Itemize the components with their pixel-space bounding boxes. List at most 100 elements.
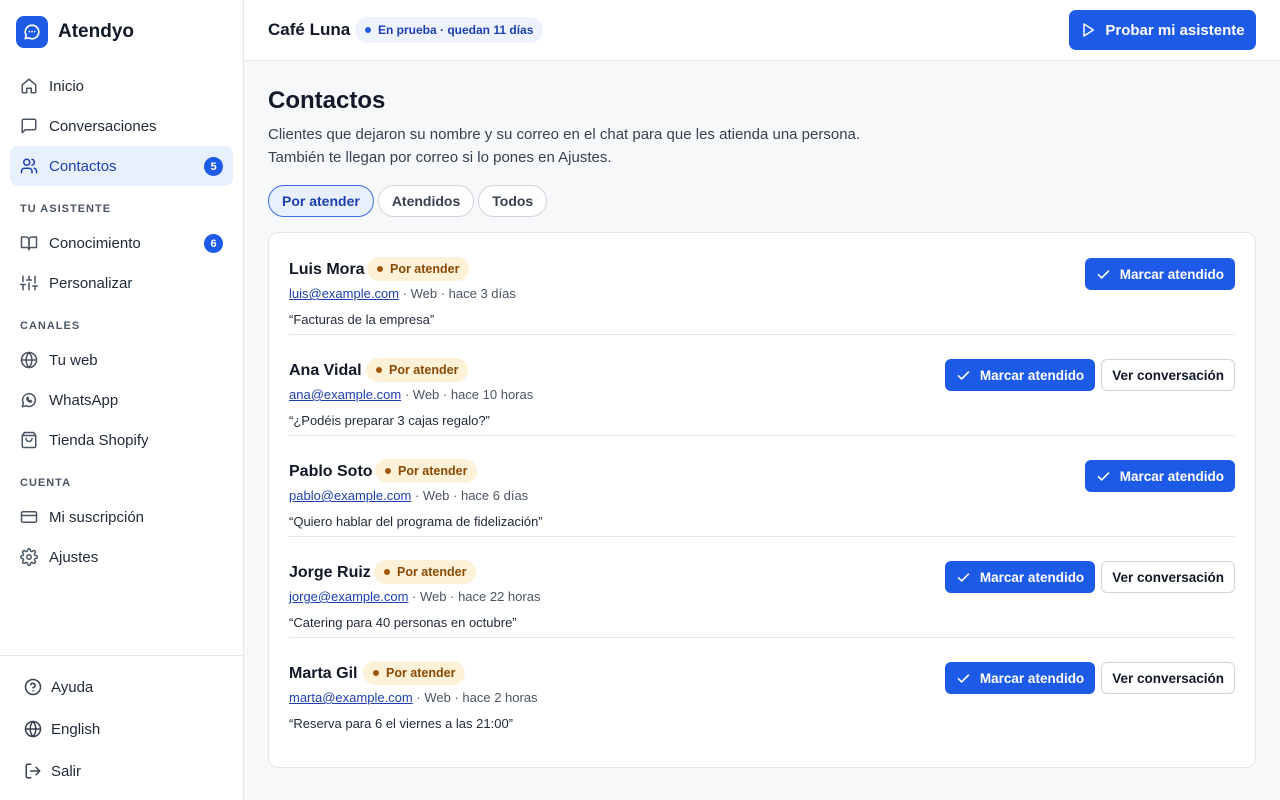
whatsapp-icon [20, 391, 38, 409]
status-badge: Por atender [363, 661, 466, 685]
language-switch[interactable]: English [12, 708, 243, 750]
meta-separator: · [450, 690, 463, 705]
contact-email-link[interactable]: luis@example.com [289, 286, 399, 301]
book-icon [20, 234, 38, 252]
contact-email-link[interactable]: pablo@example.com [289, 488, 411, 503]
globe-icon [20, 351, 38, 369]
chat-bubble-logo-icon [16, 16, 48, 48]
contact-message: “Reserva para 6 el viernes a las 21:00” [289, 716, 514, 731]
status-text: Por atender [390, 262, 460, 276]
sidebar-item-label: WhatsApp [49, 391, 119, 409]
sidebar-item-label: Tu web [49, 351, 98, 369]
section-title: CANALES [20, 320, 81, 332]
language-label: English [51, 720, 101, 738]
contact-name: Luis Mora [289, 261, 365, 278]
contact-time: hace 6 días [460, 488, 529, 503]
mark-attended-button[interactable]: Marcar atendido [944, 662, 1096, 694]
contacts-list: Luis Mora Por atender luis@example.com ·… [268, 232, 1256, 768]
meta-separator: · [437, 286, 449, 301]
sidebar-item-personalizar[interactable]: Personalizar [10, 263, 233, 303]
row-divider [289, 536, 1235, 537]
main-nav: Inicio Conversaciones Contactos 5 TU ASI… [10, 66, 233, 577]
sidebar-item-label: Conversaciones [49, 117, 157, 135]
mark-attended-button[interactable]: Marcar atendido [944, 561, 1096, 593]
contact-time: hace 22 horas [458, 589, 541, 604]
status-dot-icon [365, 27, 371, 33]
tab-atendidos[interactable]: Atendidos [377, 185, 475, 217]
brand[interactable]: Atendyo [16, 16, 134, 48]
sidebar-item-inicio[interactable]: Inicio [10, 66, 233, 106]
brand-name: Atendyo [58, 21, 134, 42]
view-conversation-button[interactable]: Ver conversación [1101, 662, 1235, 694]
sidebar-item-tienda-shopify[interactable]: Tienda Shopify [10, 420, 233, 460]
sidebar-item-contactos[interactable]: Contactos 5 [10, 146, 233, 186]
contact-email-link[interactable]: ana@example.com [289, 387, 401, 402]
chat-icon [20, 117, 38, 135]
sidebar-item-mi-suscripcion[interactable]: Mi suscripción [10, 497, 233, 537]
mark-attended-button[interactable]: Marcar atendido [1084, 460, 1235, 492]
help-link[interactable]: Ayuda [12, 666, 243, 708]
sliders-icon [20, 274, 38, 292]
mark-attended-button[interactable]: Marcar atendido [1084, 258, 1235, 290]
row-actions: Marcar atendido Ver conversación [944, 662, 1235, 694]
page-title: Contactos [268, 87, 386, 114]
table-row: Jorge Ruiz Por atender jorge@example.com… [289, 536, 1235, 637]
meta-separator: · [446, 589, 459, 604]
contact-source: Web [424, 690, 451, 705]
status-text: Por atender [386, 666, 456, 680]
view-conversation-button[interactable]: Ver conversación [1101, 359, 1235, 391]
sidebar-item-ajustes[interactable]: Ajustes [10, 537, 233, 577]
contact-time: hace 2 horas [462, 690, 538, 705]
row-actions: Marcar atendido Ver conversación [944, 359, 1235, 391]
home-icon [20, 77, 38, 95]
contact-meta: jorge@example.com · Web · hace 22 horas [289, 589, 540, 604]
section-title: CUENTA [20, 477, 72, 489]
status-badge: Por atender [367, 257, 470, 281]
tab-todos[interactable]: Todos [478, 185, 548, 217]
shopping-bag-icon [20, 431, 38, 449]
sidebar-item-conversaciones[interactable]: Conversaciones [10, 106, 233, 146]
contact-meta: pablo@example.com · Web · hace 6 días [289, 488, 528, 503]
contact-email-link[interactable]: jorge@example.com [289, 589, 408, 604]
mark-attended-label: Marcar atendido [979, 569, 1085, 585]
sidebar-item-conocimiento[interactable]: Conocimiento 6 [10, 223, 233, 263]
status-dot-icon [384, 569, 390, 575]
tab-por-atender[interactable]: Por atender [268, 185, 374, 217]
row-divider [289, 637, 1235, 638]
sidebar-item-label: Contactos [49, 157, 117, 175]
meta-separator: · [414, 488, 423, 503]
sidebar-item-label: Conocimiento [49, 234, 141, 252]
table-row: Pablo Soto Por atender pablo@example.com… [289, 435, 1235, 536]
section-title: TU ASISTENTE [20, 203, 112, 215]
sidebar-item-label: Tienda Shopify [49, 431, 149, 449]
sidebar-item-tu-web[interactable]: Tu web [10, 340, 233, 380]
contact-source: Web [420, 589, 447, 604]
logout-label: Salir [51, 762, 82, 780]
contact-name: Ana Vidal [289, 362, 362, 379]
contact-time: hace 3 días [448, 286, 516, 301]
table-row: Marta Gil Por atender marta@example.com … [289, 637, 1235, 738]
filter-tabs: Por atender Atendidos Todos [268, 185, 551, 217]
try-assistant-button[interactable]: Probar mi asistente [1069, 10, 1256, 50]
status-badge: Por atender [366, 358, 469, 382]
contact-message: “Quiero hablar del programa de fidelizac… [289, 514, 543, 529]
help-label: Ayuda [51, 678, 94, 696]
mark-attended-button[interactable]: Marcar atendido [944, 359, 1096, 391]
sidebar-item-whatsapp[interactable]: WhatsApp [10, 380, 233, 420]
logout-link[interactable]: Salir [12, 750, 243, 792]
status-text: Por atender [398, 464, 468, 478]
mark-attended-label: Marcar atendido [979, 367, 1085, 383]
gear-icon [20, 548, 38, 566]
contact-email-link[interactable]: marta@example.com [289, 690, 413, 705]
view-conversation-button[interactable]: Ver conversación [1101, 561, 1235, 593]
check-icon [956, 368, 971, 383]
contact-meta: ana@example.com · Web · hace 10 horas [289, 387, 533, 402]
contact-name: Jorge Ruiz [289, 564, 371, 581]
contact-source: Web [422, 488, 450, 503]
mark-attended-label: Marcar atendido [1119, 468, 1224, 484]
logout-icon [24, 762, 42, 780]
contact-time: hace 10 horas [450, 387, 534, 402]
meta-separator: · [402, 286, 411, 301]
description-line: Clientes que dejaron su nombre y su corr… [268, 126, 861, 143]
contact-message: “Catering para 40 personas en octubre” [289, 615, 517, 630]
